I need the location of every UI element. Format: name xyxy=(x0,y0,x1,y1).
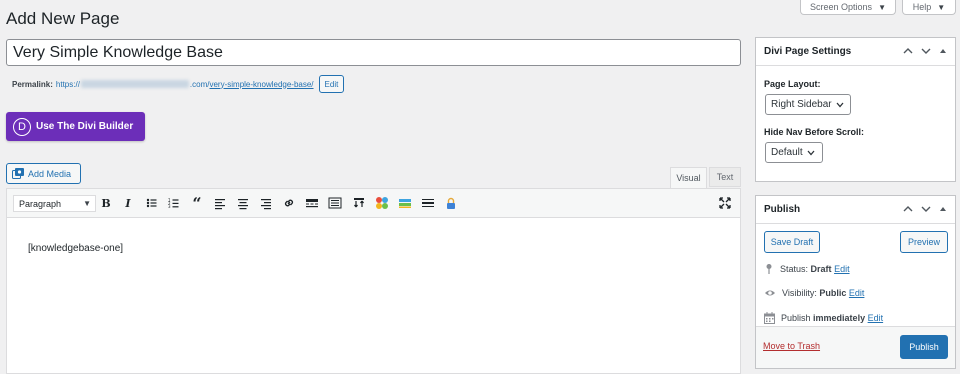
chevron-down-icon xyxy=(836,102,844,107)
publish-title: Publish xyxy=(764,204,801,215)
help-label: Help xyxy=(912,2,932,12)
hide-nav-select[interactable]: Default xyxy=(765,142,823,163)
align-center-icon[interactable] xyxy=(236,196,250,210)
visibility-row: Visibility: Public Edit xyxy=(764,288,864,298)
add-media-button[interactable]: Add Media xyxy=(6,163,81,184)
page-layout-label: Page Layout: xyxy=(764,79,821,89)
chevron-up-icon[interactable] xyxy=(903,204,913,214)
editor-toolbar: Paragraph ▼ B I 123 “ xyxy=(7,189,740,218)
tab-text[interactable]: Text xyxy=(709,167,741,187)
screen-options-tab[interactable]: Screen Options ▼ xyxy=(800,0,896,15)
publish-schedule-row: Publish immediately Edit xyxy=(764,312,883,324)
box-controls xyxy=(903,204,947,214)
media-icon xyxy=(12,168,24,179)
eye-icon xyxy=(765,290,775,296)
bold-icon[interactable]: B xyxy=(99,196,113,210)
publish-button[interactable]: Publish xyxy=(900,335,948,359)
hide-nav-label: Hide Nav Before Scroll: xyxy=(764,127,865,137)
chevron-down-icon[interactable] xyxy=(921,204,931,214)
permalink-prefix[interactable]: https:// xyxy=(56,80,80,89)
add-media-label: Add Media xyxy=(28,168,72,179)
divi-logo-icon: D xyxy=(13,117,31,136)
publish-box: Publish Save Draft Preview Status: Draft… xyxy=(755,195,956,369)
status-row: Status: Draft Edit xyxy=(764,263,850,275)
divider-icon[interactable] xyxy=(421,196,435,210)
page-layout-select[interactable]: Right Sidebar xyxy=(765,94,851,115)
divi-settings-title: Divi Page Settings xyxy=(764,46,852,57)
divi-page-settings-box: Divi Page Settings Page Layout: Right Si… xyxy=(755,37,956,182)
permalink-label: Permalink: xyxy=(12,79,53,89)
post-title-input[interactable] xyxy=(6,39,741,66)
help-tab[interactable]: Help ▼ xyxy=(902,0,956,15)
status-value: Draft xyxy=(810,264,832,274)
divi-builder-label: Use The Divi Builder xyxy=(36,121,134,132)
visibility-value: Public xyxy=(819,288,847,298)
calendar-icon xyxy=(764,312,775,324)
bullet-list-icon[interactable] xyxy=(145,196,159,210)
screen-options-label: Screen Options xyxy=(810,2,873,12)
status-label: Status: xyxy=(780,264,809,274)
toggle-panel-icon[interactable] xyxy=(939,47,947,55)
fullscreen-icon[interactable] xyxy=(718,196,732,210)
box-controls xyxy=(903,46,947,56)
caret-down-icon: ▼ xyxy=(937,2,946,12)
preview-button[interactable]: Preview xyxy=(900,231,948,253)
hide-nav-value: Default xyxy=(771,147,803,158)
shortcode-icon[interactable] xyxy=(352,196,366,210)
blurred-domain xyxy=(80,80,189,88)
content-editor[interactable]: Paragraph ▼ B I 123 “ [knowledgebase-one… xyxy=(6,188,741,374)
page-title: Add New Page xyxy=(6,9,120,28)
svg-text:3: 3 xyxy=(168,204,171,209)
permalink-edit-button[interactable]: Edit xyxy=(318,75,345,93)
divi-builder-button[interactable]: D Use The Divi Builder xyxy=(6,112,145,141)
page-layout-value: Right Sidebar xyxy=(771,99,832,110)
toggle-panel-icon[interactable] xyxy=(939,205,947,213)
format-select-value: Paragraph xyxy=(19,198,62,209)
align-left-icon[interactable] xyxy=(213,196,227,210)
lock-icon[interactable] xyxy=(444,196,458,210)
editor-content[interactable]: [knowledgebase-one] xyxy=(28,243,123,254)
publish-schedule-edit-link[interactable]: Edit xyxy=(868,313,884,323)
colors-icon[interactable] xyxy=(375,196,389,210)
permalink-row: Permalink: https:// .com/ very-simple-kn… xyxy=(12,75,345,93)
italic-icon[interactable]: I xyxy=(121,196,135,210)
publish-schedule-label: Publish xyxy=(781,313,811,323)
visibility-label: Visibility: xyxy=(782,288,817,298)
align-right-icon[interactable] xyxy=(259,196,273,210)
numbered-list-icon[interactable]: 123 xyxy=(167,196,181,210)
publish-schedule-value: immediately xyxy=(813,313,866,323)
caret-down-icon: ▼ xyxy=(83,199,91,208)
permalink-slug[interactable]: very-simple-knowledge-base/ xyxy=(209,80,313,89)
tab-visual[interactable]: Visual xyxy=(670,167,707,188)
blockquote-icon[interactable]: “ xyxy=(190,194,204,213)
caret-down-icon: ▼ xyxy=(878,2,886,12)
pin-icon xyxy=(766,264,772,274)
publish-header: Publish xyxy=(756,196,955,224)
toolbar-toggle-icon[interactable] xyxy=(328,196,342,210)
move-to-trash-link[interactable]: Move to Trash xyxy=(763,341,820,351)
chevron-up-icon[interactable] xyxy=(903,46,913,56)
layout-icon[interactable] xyxy=(398,196,412,210)
format-select[interactable]: Paragraph ▼ xyxy=(13,195,96,212)
publish-actions: Move to Trash Publish xyxy=(756,326,955,368)
status-edit-link[interactable]: Edit xyxy=(834,264,850,274)
visibility-edit-link[interactable]: Edit xyxy=(849,288,865,298)
chevron-down-icon[interactable] xyxy=(921,46,931,56)
save-draft-button[interactable]: Save Draft xyxy=(764,231,820,253)
link-icon[interactable] xyxy=(282,196,296,210)
chevron-down-icon xyxy=(807,150,815,155)
read-more-icon[interactable] xyxy=(305,196,319,210)
divi-settings-header: Divi Page Settings xyxy=(756,38,955,66)
permalink-domain-suffix[interactable]: .com/ xyxy=(190,80,210,89)
